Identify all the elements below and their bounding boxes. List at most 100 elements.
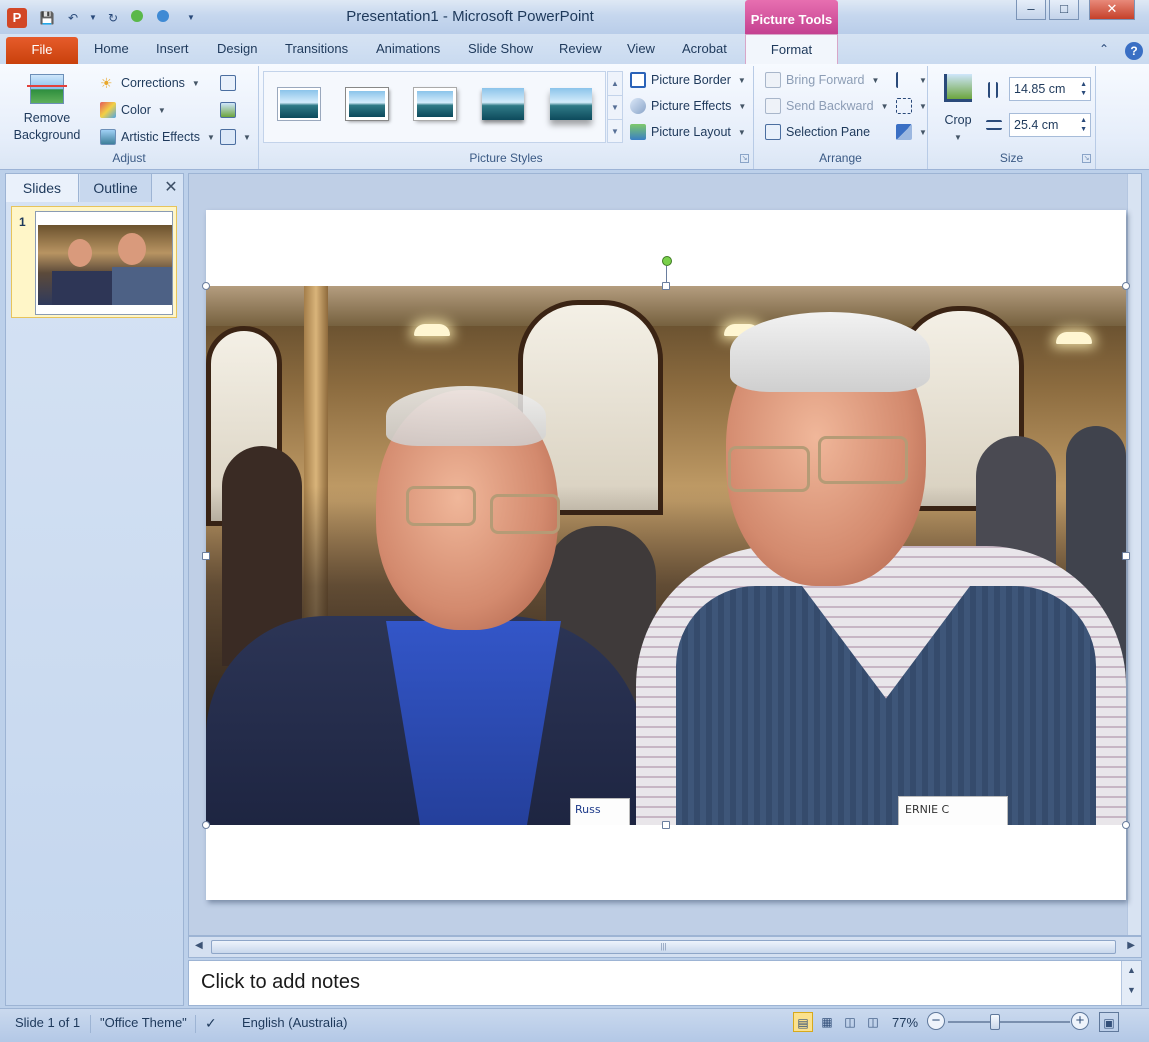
help-icon[interactable]: ? <box>1125 42 1143 60</box>
width-spinner-icon[interactable]: ▲ ▼ <box>1080 116 1087 134</box>
picture-style-drop-shadow[interactable] <box>346 88 388 120</box>
slide-thumbnail-item[interactable]: 1 <box>11 206 177 318</box>
slide-indicator: Slide 1 of 1 <box>15 1015 81 1030</box>
name-tag-right: ERNIE C <box>898 796 1008 825</box>
rotation-handle[interactable] <box>662 256 672 266</box>
change-picture-button[interactable] <box>220 102 236 118</box>
resize-handle-top[interactable] <box>662 282 670 290</box>
color-button[interactable]: Color ▼ <box>100 102 166 118</box>
minimize-button[interactable]: – <box>1016 0 1046 20</box>
resize-handle-top-right[interactable] <box>1122 282 1130 290</box>
picture-border-icon <box>630 72 646 88</box>
tab-transitions[interactable]: Transitions <box>285 41 348 56</box>
bring-forward-button[interactable]: Bring Forward ▼ <box>765 72 879 88</box>
selected-picture[interactable]: Russ ERNIE C <box>206 286 1126 825</box>
fit-slide-to-window-icon[interactable]: ▣ <box>1099 1012 1119 1032</box>
scroll-right-icon[interactable]: ▶ <box>1127 940 1135 951</box>
rotate-icon <box>896 124 912 140</box>
tab-insert[interactable]: Insert <box>156 41 189 56</box>
reset-picture-button[interactable]: ▼ <box>220 129 251 145</box>
corrections-button[interactable]: ☀ Corrections ▼ <box>100 75 200 91</box>
zoom-slider-thumb[interactable] <box>990 1014 1000 1030</box>
change-picture-icon <box>220 102 236 118</box>
picture-style-soft-shadow[interactable] <box>414 88 456 120</box>
notes-placeholder[interactable]: Click to add notes <box>201 971 360 994</box>
notes-pane[interactable]: Click to add notes ▲ ▼ <box>188 960 1142 1006</box>
notes-scroll-down-icon[interactable]: ▼ <box>1122 985 1141 995</box>
slide-thumbnail[interactable] <box>35 211 173 315</box>
theme-name[interactable]: "Office Theme" <box>100 1015 187 1030</box>
remove-background-button[interactable]: Remove Background <box>6 74 88 144</box>
picture-effects-button[interactable]: Picture Effects ▼ <box>630 98 746 114</box>
crop-button[interactable]: Crop ▼ <box>936 74 980 146</box>
shape-width-input[interactable]: 25.4 cm ▲ ▼ <box>1009 113 1091 137</box>
minimize-ribbon-icon[interactable]: ⌃ <box>1099 42 1109 56</box>
picture-border-button[interactable]: Picture Border ▼ <box>630 72 746 88</box>
resize-handle-left[interactable] <box>202 552 210 560</box>
picture-layout-button[interactable]: Picture Layout ▼ <box>630 124 746 140</box>
send-backward-button[interactable]: Send Backward ▼ <box>765 98 888 114</box>
notes-scrollbar[interactable]: ▲ ▼ <box>1121 961 1141 1005</box>
status-separator <box>90 1015 91 1033</box>
horizontal-scroll-thumb[interactable]: ||| <box>211 940 1116 954</box>
slide-canvas[interactable]: Russ ERNIE C <box>202 210 1130 900</box>
notes-scroll-up-icon[interactable]: ▲ <box>1122 965 1141 975</box>
size-launcher-icon[interactable]: ↘ <box>1082 154 1091 163</box>
slide-sorter-view-icon[interactable]: ▦ <box>817 1012 837 1032</box>
tab-design[interactable]: Design <box>217 41 257 56</box>
reading-view-icon[interactable]: ◫ <box>840 1012 860 1032</box>
zoom-level[interactable]: 77% <box>892 1015 918 1030</box>
resize-handle-top-left[interactable] <box>202 282 210 290</box>
picture-effects-icon <box>630 98 646 114</box>
status-separator <box>195 1015 196 1033</box>
height-spinner-icon[interactable]: ▲ ▼ <box>1080 80 1087 98</box>
tab-view[interactable]: View <box>627 41 655 56</box>
picture-style-simple-frame[interactable] <box>278 88 320 120</box>
gallery-scroll-down-icon[interactable]: ▼ <box>608 96 622 120</box>
resize-handle-right[interactable] <box>1122 552 1130 560</box>
ribbon: Remove Background ☀ Corrections ▼ Color ▼ … <box>0 64 1149 170</box>
picture-styles-launcher-icon[interactable]: ↘ <box>740 154 749 163</box>
tab-file[interactable]: File <box>6 37 78 64</box>
tab-slide-show[interactable]: Slide Show <box>468 41 533 56</box>
picture-style-reflected[interactable] <box>482 88 524 120</box>
picture-style-reflected-rounded[interactable] <box>550 88 592 120</box>
artistic-effects-icon <box>100 129 116 145</box>
slide-show-view-icon[interactable]: ◫ <box>863 1012 883 1032</box>
gallery-scroll-up-icon[interactable]: ▲ <box>608 72 622 96</box>
zoom-slider-track[interactable] <box>948 1021 1070 1023</box>
resize-handle-bottom-left[interactable] <box>202 821 210 829</box>
tab-animations[interactable]: Animations <box>376 41 440 56</box>
resize-handle-bottom[interactable] <box>662 821 670 829</box>
tab-format[interactable]: Format <box>745 34 838 65</box>
align-button[interactable]: ▼ <box>896 72 927 88</box>
slides-tab[interactable]: Slides <box>6 174 79 202</box>
horizontal-scrollbar[interactable]: ◀ ||| ▶ <box>188 936 1142 958</box>
slides-pane: Slides Outline ✕ 1 <box>5 173 184 1006</box>
rotate-button[interactable]: ▼ <box>896 124 927 140</box>
compress-pictures-button[interactable] <box>220 75 236 91</box>
spell-check-icon[interactable]: ✓ <box>205 1015 217 1032</box>
tab-acrobat[interactable]: Acrobat <box>682 41 727 56</box>
scroll-left-icon[interactable]: ◀ <box>195 940 203 951</box>
selection-pane-button[interactable]: Selection Pane <box>765 124 870 140</box>
tab-review[interactable]: Review <box>559 41 602 56</box>
group-button[interactable]: ▼ <box>896 98 927 114</box>
gallery-more-icon[interactable]: ▼ <box>608 120 622 144</box>
shape-height-input[interactable]: 14.85 cm ▲ ▼ <box>1009 77 1091 101</box>
zoom-in-icon[interactable]: + <box>1071 1012 1089 1030</box>
zoom-out-icon[interactable]: − <box>927 1012 945 1030</box>
normal-view-icon[interactable]: ▤ <box>793 1012 813 1032</box>
ceiling-lamp <box>1056 332 1092 344</box>
artistic-effects-button[interactable]: Artistic Effects ▼ <box>100 129 215 145</box>
ribbon-tabs: File Home Insert Design Transitions Anim… <box>0 34 1149 65</box>
maximize-button[interactable]: □ <box>1049 0 1079 20</box>
tab-home[interactable]: Home <box>94 41 129 56</box>
language-indicator[interactable]: English (Australia) <box>242 1015 348 1030</box>
resize-handle-bottom-right[interactable] <box>1122 821 1130 829</box>
gallery-scrollbar[interactable]: ▲ ▼ ▼ <box>607 71 623 143</box>
close-pane-icon[interactable]: ✕ <box>162 174 180 202</box>
shape-width-icon <box>986 120 1002 130</box>
close-window-button[interactable]: ✕ <box>1089 0 1135 20</box>
outline-tab[interactable]: Outline <box>80 174 152 202</box>
